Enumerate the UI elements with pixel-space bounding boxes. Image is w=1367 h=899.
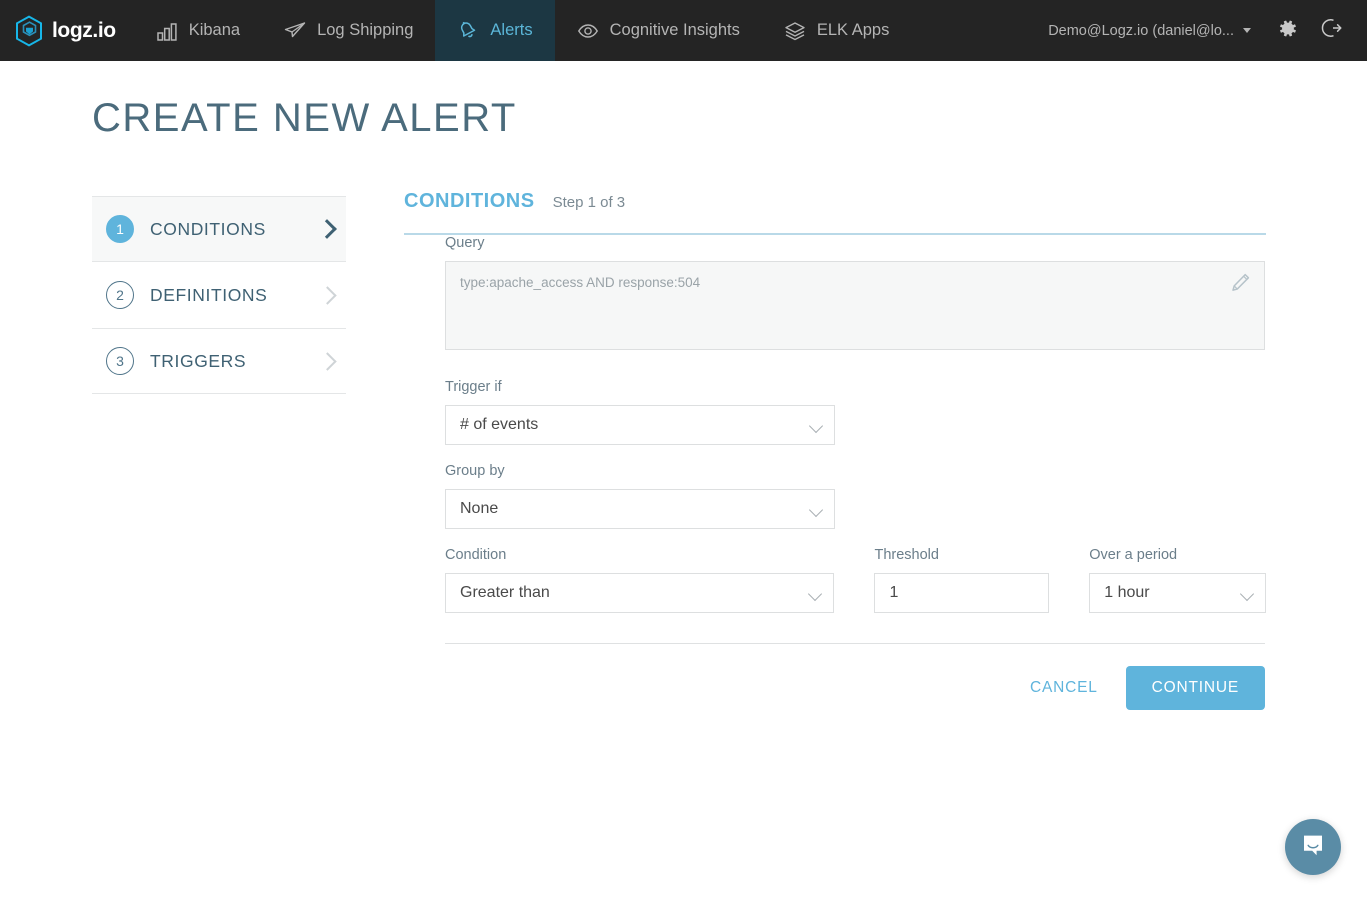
trigger-if-label: Trigger if [445,379,502,395]
group-by-field-group: Group by None [445,463,1266,529]
nav-item-label: Cognitive Insights [609,21,740,39]
form-divider [445,643,1265,644]
step-label: DEFINITIONS [150,284,268,305]
user-account-label: Demo@Logz.io (daniel@lo... [1048,22,1234,39]
bar-chart-icon [156,20,178,42]
trigger-if-select[interactable]: # of events [445,405,835,445]
chat-bubble-icon [1299,831,1327,864]
nav-item-cognitive-insights[interactable]: Cognitive Insights [555,0,762,61]
step-label: TRIGGERS [150,350,247,371]
condition-field-group: Condition Greater than [445,547,835,613]
step-number-badge: 3 [106,347,134,375]
trigger-if-field-group: Trigger if # of events [445,379,1266,445]
conditions-panel: CONDITIONS Step 1 of 3 Query type:apache… [404,190,1266,710]
chevron-down-icon [808,502,824,518]
chevron-down-icon [808,418,824,434]
nav-item-elk-apps[interactable]: ELK Apps [762,0,911,61]
over-a-period-label: Over a period [1089,547,1178,563]
group-by-label: Group by [445,463,505,479]
brand-logo[interactable]: logz.io [0,0,134,61]
step-number-badge: 2 [106,281,134,309]
top-navigation-bar: logz.io Kibana Log Shipping Alerts Cogni… [0,0,1367,61]
step-label: CONDITIONS [150,218,266,239]
over-a-period-select[interactable]: 1 hour [1089,573,1266,613]
condition-threshold-period-row: Condition Greater than Threshold Over a … [445,547,1266,613]
logout-button[interactable] [1309,0,1353,61]
nav-item-label: Alerts [490,21,533,39]
sidebar-step-triggers[interactable]: 3 TRIGGERS [92,328,346,394]
wizard-steps-sidebar: 1 CONDITIONS 2 DEFINITIONS 3 TRIGGERS [92,196,346,394]
form-actions: CANCEL CONTINUE [445,666,1265,710]
settings-button[interactable] [1265,0,1309,61]
nav-item-label: Kibana [188,21,241,39]
continue-button[interactable]: CONTINUE [1125,666,1265,710]
sidebar-step-definitions[interactable]: 2 DEFINITIONS [92,262,346,328]
threshold-field-group: Threshold [874,547,1050,613]
condition-label: Condition [445,547,507,563]
panel-heading: CONDITIONS [404,190,535,212]
nav-items: Kibana Log Shipping Alerts Cognitive Ins… [134,0,912,61]
query-field-group: Query type:apache_access AND response:50… [445,235,1266,350]
condition-select[interactable]: Greater than [445,573,835,613]
chevron-right-icon [318,351,337,371]
query-label: Query [445,235,485,251]
chevron-down-icon [1243,28,1251,33]
group-by-select[interactable]: None [445,489,835,529]
nav-right-group: Demo@Logz.io (daniel@lo... [1034,0,1367,61]
cancel-button[interactable]: CANCEL [1002,669,1126,707]
user-account-menu[interactable]: Demo@Logz.io (daniel@lo... [1034,23,1265,39]
nav-item-alerts[interactable]: Alerts [435,0,555,61]
group-by-value: None [460,500,499,517]
chevron-down-icon [1239,586,1255,602]
chat-launcher-button[interactable] [1285,819,1341,875]
page-title: CREATE NEW ALERT [92,96,517,140]
trigger-if-value: # of events [460,416,539,433]
bell-icon [457,20,479,42]
paper-plane-icon [284,20,306,42]
chevron-right-icon [318,285,337,305]
logout-icon [1320,17,1342,44]
query-placeholder: type:apache_access AND response:504 [460,275,701,290]
pencil-icon[interactable] [1229,272,1251,296]
nav-item-log-shipping[interactable]: Log Shipping [262,0,435,61]
gear-icon [1277,18,1298,44]
chevron-down-icon [808,586,823,602]
over-a-period-field-group: Over a period 1 hour [1089,547,1266,613]
step-number-badge: 1 [106,215,134,243]
query-input[interactable]: type:apache_access AND response:504 [445,261,1265,350]
nav-item-kibana[interactable]: Kibana [134,0,262,61]
condition-value: Greater than [460,584,550,601]
panel-step-indicator: Step 1 of 3 [552,194,626,211]
nav-item-label: Log Shipping [317,21,414,39]
chevron-right-icon [317,219,337,239]
panel-header: CONDITIONS Step 1 of 3 [404,190,1266,235]
layers-icon [784,20,806,42]
nav-item-label: ELK Apps [816,21,890,39]
eye-icon [577,20,599,42]
over-a-period-value: 1 hour [1104,584,1150,601]
threshold-label: Threshold [874,547,939,563]
brand-name: logz.io [52,18,116,42]
threshold-input[interactable] [874,573,1050,613]
logz-hexagon-icon [14,14,44,47]
sidebar-step-conditions[interactable]: 1 CONDITIONS [92,196,346,262]
conditions-form: Query type:apache_access AND response:50… [404,235,1266,710]
